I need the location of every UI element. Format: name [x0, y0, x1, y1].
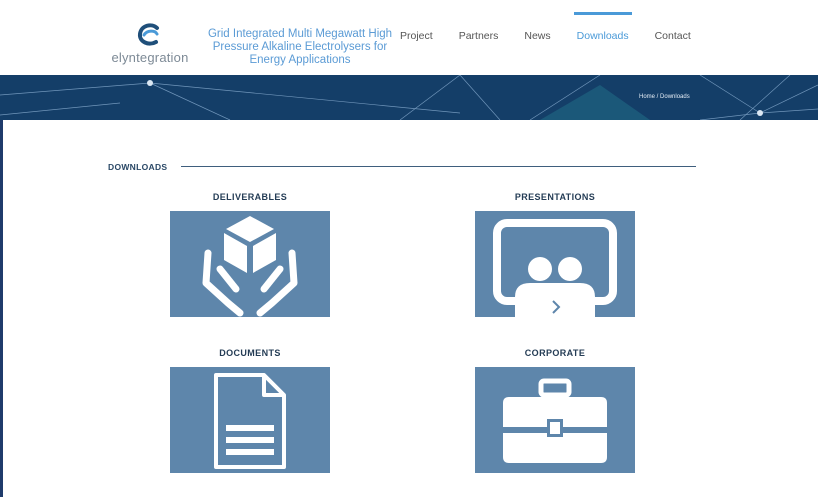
category-tile[interactable] [170, 367, 330, 473]
category-tile[interactable] [475, 211, 635, 317]
site-tagline: Grid Integrated Multi Megawatt High Pres… [207, 28, 393, 66]
brand-name: elyntegration [111, 50, 189, 65]
document-icon [214, 373, 286, 469]
nav-item-project[interactable]: Project [400, 30, 433, 42]
category-label[interactable]: DOCUMENTS [170, 346, 330, 360]
nav-item-contact[interactable]: Contact [655, 30, 691, 42]
page-banner: Home / Downloads [0, 75, 818, 120]
category-card-corporate[interactable]: CORPORATE [475, 346, 635, 473]
category-card-presentations[interactable]: PRESENTATIONS [475, 190, 635, 317]
category-tile[interactable] [170, 211, 330, 317]
category-tile[interactable] [475, 367, 635, 473]
category-card-documents[interactable]: DOCUMENTS [170, 346, 330, 473]
breadcrumb-home[interactable]: Home [639, 94, 655, 100]
section-divider [181, 166, 696, 167]
section-title: DOWNLOADS [108, 162, 168, 172]
nav-item-partners[interactable]: Partners [459, 30, 499, 42]
main-nav: Project Partners News Downloads Contact [400, 12, 717, 42]
site-logo[interactable]: elyntegration [100, 22, 200, 65]
nav-item-downloads[interactable]: Downloads [573, 12, 632, 42]
nav-item-news[interactable]: News [524, 30, 550, 42]
breadcrumb-current: Downloads [660, 94, 690, 100]
logo-icon [137, 23, 159, 46]
breadcrumb: Home / Downloads [639, 94, 690, 100]
category-label[interactable]: PRESENTATIONS [475, 190, 635, 204]
category-label[interactable]: CORPORATE [475, 346, 635, 360]
presenter-icon [493, 219, 617, 317]
category-label[interactable]: DELIVERABLES [170, 190, 330, 204]
hands-cube-icon [202, 216, 298, 317]
briefcase-icon [503, 378, 607, 463]
site-header: elyntegration Grid Integrated Multi Mega… [0, 0, 818, 75]
banner-network-graphic [0, 75, 818, 120]
category-card-deliverables[interactable]: DELIVERABLES [170, 190, 330, 317]
